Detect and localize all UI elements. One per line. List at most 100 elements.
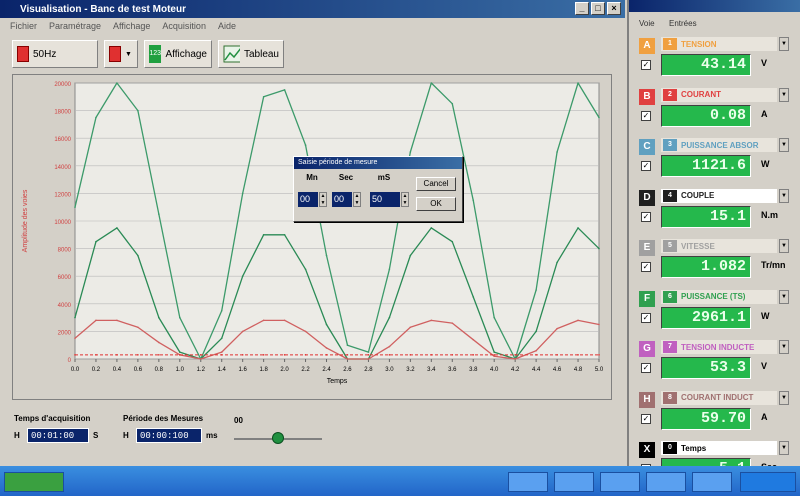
channel-header[interactable]: 4 COUPLE [661, 188, 777, 203]
channel-letter[interactable]: G [639, 341, 655, 357]
chart-panel: 20000 18000 16000 14000 12000 10000 8000 6000 40… [12, 74, 612, 400]
channel-letter[interactable]: D [639, 189, 655, 206]
channel-header[interactable]: 3 PUISSANCE ABSOR [661, 138, 777, 152]
x-tick-label: 4.4 [532, 367, 541, 373]
frequency-combo[interactable]: 50Hz [12, 40, 98, 68]
channel-letter[interactable]: H [639, 391, 655, 408]
period-prefix: H [123, 431, 129, 440]
data-point [409, 151, 412, 153]
channel-checkbox[interactable]: ✓ [641, 110, 651, 121]
menu-acquisition[interactable]: Acquisition [162, 21, 206, 31]
channel-unit: Tr/mn [761, 260, 786, 270]
channel-checkbox[interactable]: ✓ [641, 413, 651, 424]
minutes-input[interactable]: 00 [298, 192, 318, 207]
x-tick-label: 2.8 [364, 367, 373, 373]
y-tick-label: 14000 [54, 165, 71, 171]
data-point [74, 316, 76, 319]
minutes-spinner[interactable]: ▲ ▼ [319, 192, 327, 207]
data-point [598, 354, 600, 356]
data-point [535, 330, 537, 333]
data-point [388, 354, 391, 356]
cancel-button[interactable]: Cancel [416, 177, 456, 191]
channel-dropdown[interactable]: ▼ [779, 441, 789, 455]
channel-dropdown[interactable]: ▼ [779, 37, 789, 51]
channel-value-display: 1.082 [661, 256, 751, 278]
taskbar-item[interactable] [692, 472, 732, 492]
channel-checkbox[interactable]: ✓ [641, 60, 651, 70]
close-button[interactable]: × [607, 2, 621, 15]
tableau-button[interactable]: Tableau [218, 40, 284, 68]
record-dropdown[interactable]: ▼ [104, 40, 138, 68]
menu-parametrage[interactable]: Paramétrage [49, 21, 101, 31]
taskbar-item[interactable] [554, 472, 594, 492]
channel-dropdown[interactable]: ▼ [779, 340, 789, 354]
affichage-button[interactable]: 123 Affichage [144, 40, 212, 68]
data-point [472, 354, 475, 356]
data-point [179, 316, 181, 319]
channel-header[interactable]: 6 PUISSANCE (TS) [661, 289, 777, 304]
channel-letter[interactable]: C [639, 139, 655, 155]
channel-letter[interactable]: B [639, 88, 655, 105]
minimize-button[interactable]: _ [575, 2, 589, 15]
channel-unit: W [761, 159, 770, 169]
data-point [325, 323, 328, 326]
channel-header[interactable]: 8 COURANT INDUCT [661, 390, 777, 405]
channel-checkbox[interactable]: ✓ [641, 312, 651, 323]
data-point [556, 327, 558, 330]
data-point [367, 358, 370, 360]
channel-letter[interactable]: X [639, 442, 655, 458]
y-axis-label: Amplitude des voies [22, 189, 29, 252]
channel-name: TENSION [681, 39, 717, 49]
channel-dropdown[interactable]: ▼ [779, 87, 789, 102]
measure-period-field[interactable]: 00:00:100 [136, 428, 202, 443]
channel-header[interactable]: 5 VITESSE [661, 239, 777, 253]
channel-dropdown[interactable]: ▼ [779, 390, 789, 405]
channel-letter[interactable]: A [639, 38, 655, 54]
data-point [137, 326, 139, 329]
slider-thumb[interactable] [272, 432, 284, 444]
channel-checkbox[interactable]: ✓ [641, 363, 651, 373]
seconds-input[interactable]: 00 [332, 192, 352, 207]
start-button[interactable] [4, 472, 64, 492]
menu-fichier[interactable]: Fichier [10, 21, 37, 31]
menu-aide[interactable]: Aide [218, 21, 236, 31]
x-tick-label: 3.0 [385, 367, 394, 373]
channel-dropdown[interactable]: ▼ [779, 138, 789, 152]
channel-checkbox[interactable]: ✓ [641, 262, 651, 272]
channel-dropdown[interactable]: ▼ [779, 289, 789, 304]
seconds-spinner[interactable]: ▲ ▼ [353, 192, 361, 207]
channel-letter[interactable]: E [639, 240, 655, 256]
taskbar-item[interactable] [508, 472, 548, 492]
acquisition-time-field[interactable]: 00:01:00 [27, 428, 89, 443]
data-point [158, 213, 160, 215]
channel-header[interactable]: 1 TENSION [661, 37, 777, 51]
data-point [577, 227, 579, 229]
channel-value-display: 1121.6 [661, 155, 751, 177]
data-point [262, 319, 265, 322]
system-tray [740, 472, 796, 492]
channel-letter[interactable]: F [639, 290, 655, 307]
y-tick-label: 12000 [54, 192, 71, 198]
x-tick-label: 4.0 [490, 367, 499, 373]
channel-dropdown[interactable]: ▼ [779, 239, 789, 253]
milliseconds-spinner[interactable]: ▲ ▼ [401, 192, 409, 207]
x-tick-label: 1.0 [176, 367, 185, 373]
channel-name: VITESSE [681, 241, 715, 251]
data-point [493, 316, 496, 319]
data-point [451, 102, 454, 105]
data-point [451, 322, 454, 324]
channel-checkbox[interactable]: ✓ [641, 161, 651, 171]
taskbar-item[interactable] [600, 472, 640, 492]
channel-dropdown[interactable]: ▼ [779, 188, 789, 203]
channel-header[interactable]: 2 COURANT [661, 87, 777, 102]
channel-header[interactable]: 7 TENSION INDUCTE [661, 340, 777, 354]
maximize-button[interactable]: □ [591, 2, 605, 15]
channel-checkbox[interactable]: ✓ [641, 211, 651, 222]
channel-header[interactable]: 0 Temps [661, 441, 777, 455]
menu-affichage[interactable]: Affichage [113, 21, 150, 31]
channel-value-display: 0.08 [661, 104, 751, 127]
channel-name: COURANT INDUCT [681, 393, 754, 402]
ok-button[interactable]: OK [416, 197, 456, 211]
taskbar-item[interactable] [646, 472, 686, 492]
milliseconds-input[interactable]: 50 [370, 192, 400, 207]
